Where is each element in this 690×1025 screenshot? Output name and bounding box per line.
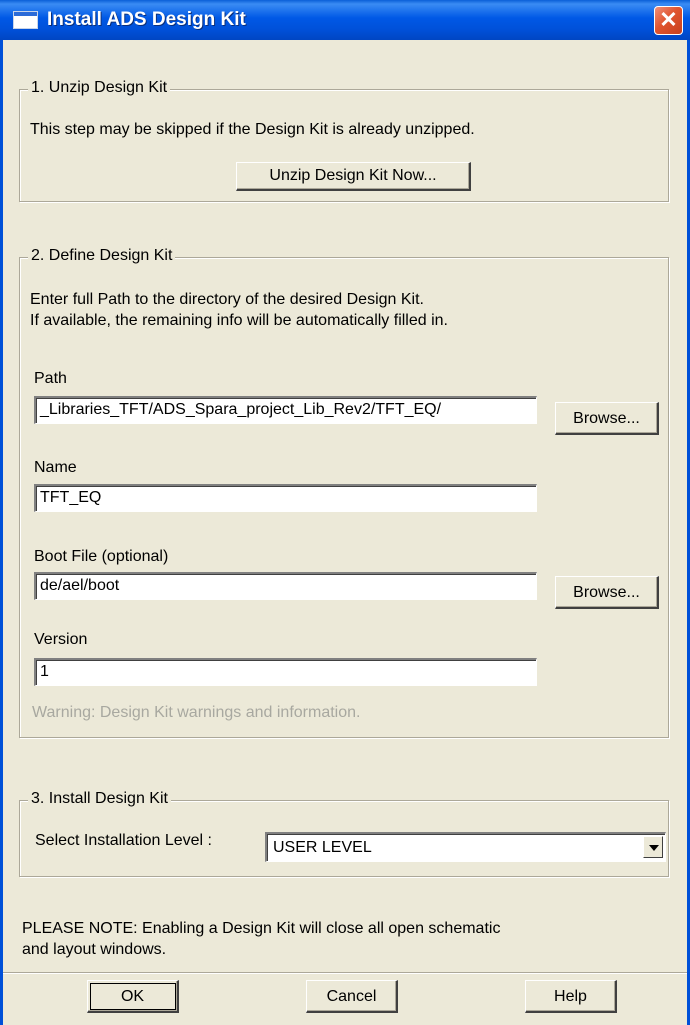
define-description-line2: If available, the remaining info will be…: [30, 312, 448, 329]
name-label: Name: [34, 459, 77, 476]
help-button[interactable]: Help: [525, 980, 617, 1013]
chevron-down-icon[interactable]: [643, 836, 663, 858]
window-title: Install ADS Design Kit: [47, 9, 246, 30]
name-input[interactable]: TFT_EQ: [34, 484, 537, 512]
window-icon: [13, 11, 38, 29]
ok-button[interactable]: OK: [87, 980, 179, 1013]
unzip-design-kit-button[interactable]: Unzip Design Kit Now...: [236, 162, 471, 191]
unzip-description: This step may be skipped if the Design K…: [30, 121, 475, 138]
version-input[interactable]: 1: [34, 658, 537, 686]
note-line1: PLEASE NOTE: Enabling a Design Kit will …: [22, 920, 501, 937]
design-kit-warning: Warning: Design Kit warnings and informa…: [32, 704, 361, 721]
boot-file-label: Boot File (optional): [34, 548, 169, 565]
note-line2: and layout windows.: [22, 941, 167, 958]
path-browse-button[interactable]: Browse...: [555, 402, 659, 435]
install-group-legend: 3. Install Design Kit: [28, 790, 171, 808]
cancel-button[interactable]: Cancel: [306, 980, 398, 1013]
installation-level-label: Select Installation Level :: [35, 832, 212, 849]
unzip-group-legend: 1. Unzip Design Kit: [28, 79, 171, 97]
installation-level-value: USER LEVEL: [273, 839, 372, 856]
version-label: Version: [34, 631, 88, 648]
footer-separator: [3, 972, 687, 974]
title-bar: Install ADS Design Kit ✕: [0, 0, 690, 40]
installation-level-select[interactable]: USER LEVEL: [265, 832, 666, 862]
define-group-legend: 2. Define Design Kit: [28, 247, 176, 265]
define-description-line1: Enter full Path to the directory of the …: [30, 291, 424, 308]
path-input[interactable]: _Libraries_TFT/ADS_Spara_project_Lib_Rev…: [34, 396, 537, 424]
close-button[interactable]: ✕: [654, 6, 683, 35]
boot-file-input[interactable]: de/ael/boot: [34, 572, 537, 600]
path-label: Path: [34, 370, 67, 387]
boot-file-browse-button[interactable]: Browse...: [555, 576, 659, 609]
